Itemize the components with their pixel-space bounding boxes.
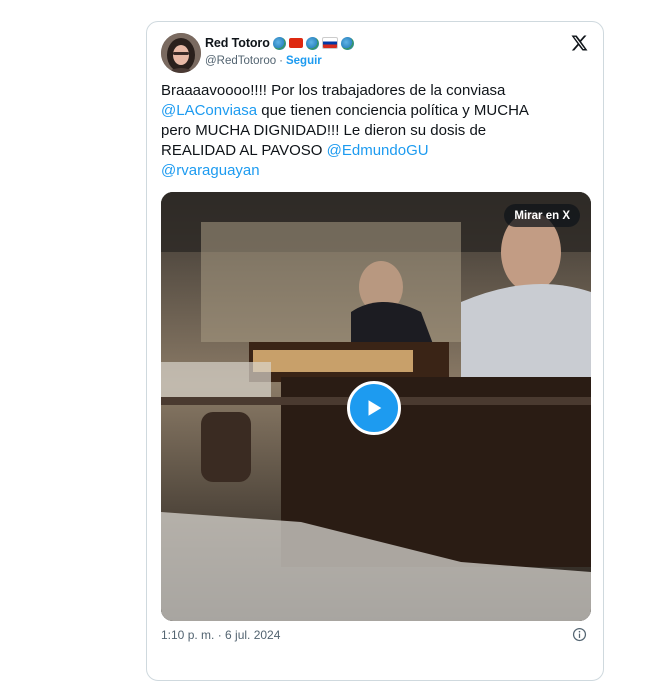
- tweet-text-segment: Braaaavoooo!!!! Por los trabajadores de …: [161, 82, 506, 99]
- follow-button[interactable]: Seguir: [286, 55, 322, 67]
- mention-link[interactable]: @LAConviasa: [161, 102, 257, 119]
- tweet-text-line: @rvaraguayan: [161, 161, 586, 181]
- play-icon: [368, 400, 382, 416]
- watch-on-x-button[interactable]: Mirar en X: [504, 204, 580, 227]
- x-logo-icon[interactable]: [570, 34, 588, 52]
- tweet-text-line: Braaaavoooo!!!! Por los trabajadores de …: [161, 81, 586, 101]
- russia-flag-icon: [321, 37, 338, 49]
- tweet-text-line: pero MUCHA DIGNIDAD!!! Le dieron su dosi…: [161, 121, 586, 141]
- play-button[interactable]: [347, 381, 401, 435]
- handle[interactable]: @RedTotoroo: [205, 55, 276, 67]
- avatar[interactable]: [161, 33, 201, 73]
- tweet-text-line: REALIDAD AL PAVOSO @EdmundoGU: [161, 141, 586, 161]
- display-name[interactable]: Red Totoro: [205, 36, 270, 50]
- china-flag-icon: [288, 38, 303, 48]
- globe-emoji-icon: [272, 36, 286, 50]
- separator: ·: [279, 55, 283, 67]
- info-icon[interactable]: [572, 627, 587, 642]
- mention-link[interactable]: @EdmundoGU: [327, 142, 429, 159]
- video-player[interactable]: Mirar en X: [161, 192, 591, 621]
- avatar-image: [161, 33, 201, 73]
- tweet-text-line: @LAConviasa que tienen conciencia políti…: [161, 101, 586, 121]
- timestamp[interactable]: 1:10 p. m. · 6 jul. 2024: [161, 628, 280, 642]
- mention-link[interactable]: @rvaraguayan: [161, 162, 260, 179]
- tweet-text-segment: REALIDAD AL PAVOSO: [161, 142, 327, 159]
- globe-emoji-icon: [305, 36, 319, 50]
- handle-row: @RedTotoroo · Seguir: [205, 55, 322, 67]
- tweet-text-segment: pero MUCHA DIGNIDAD!!! Le dieron su dosi…: [161, 122, 487, 139]
- tweet-text-segment: que tienen conciencia política y MUCHA: [257, 102, 529, 119]
- globe-emoji-icon: [340, 36, 354, 50]
- tweet-text: Braaaavoooo!!!! Por los trabajadores de …: [161, 81, 586, 181]
- author-name-row[interactable]: Red Totoro: [205, 36, 354, 50]
- tweet-card[interactable]: Red Totoro @RedTotoroo · Seguir Braaaavo…: [146, 21, 604, 681]
